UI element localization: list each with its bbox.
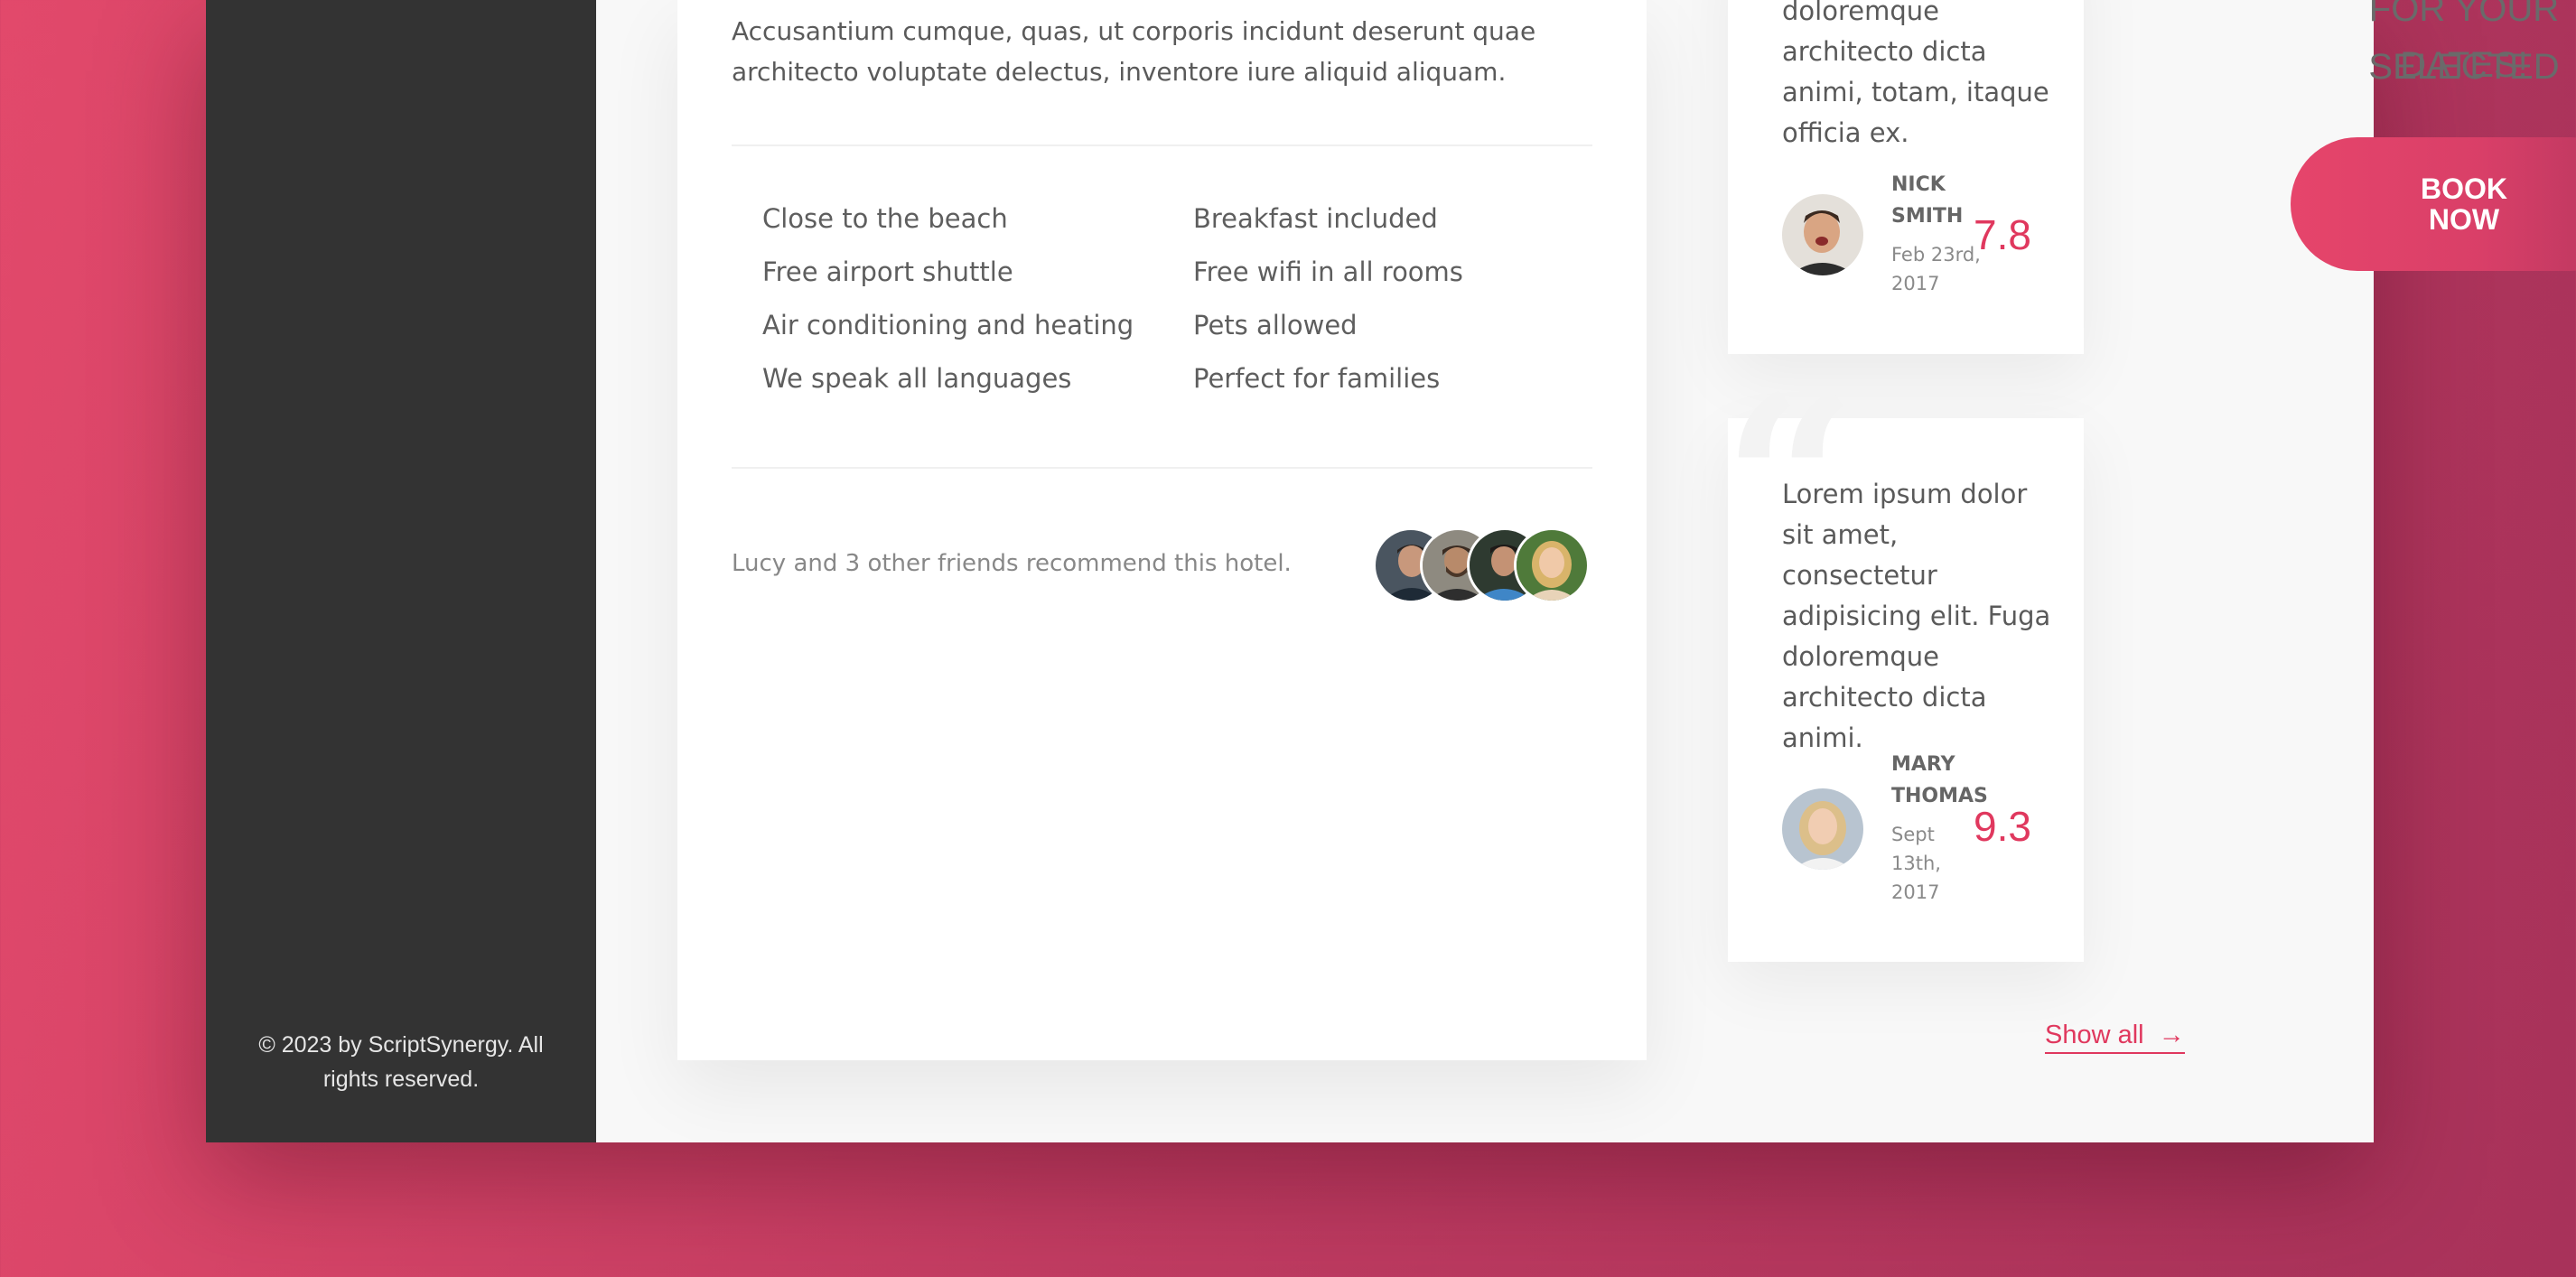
book-now-button[interactable]: BOOK NOW (2291, 137, 2576, 271)
reviewer-name: Mary Thomas (1891, 753, 1988, 807)
amenity-item: Pets allowed (1193, 310, 1358, 340)
review-card: doloremque architecto dicta animi, totam… (1728, 0, 2084, 354)
amenity-item: Perfect for families (1193, 363, 1441, 394)
amenity-item: Close to the beach (762, 203, 1008, 234)
reviewer-name: Nick Smith (1891, 173, 1964, 228)
review-date: Feb 23rd, 2017 (1891, 244, 1981, 294)
amenity-item: We speak all languages (762, 363, 1072, 394)
booking-heading-line2: DATES! (2400, 45, 2528, 85)
hotel-description: Accusantium cumque, quas, ut corporis in… (732, 16, 1536, 87)
reviewer-avatar (1782, 194, 1863, 275)
review-text: doloremque architecto dicta animi, totam… (1782, 0, 2049, 148)
show-all-label: Show all (2045, 1021, 2144, 1049)
friend-avatars (1373, 527, 1590, 603)
arrow-right-icon: → (2158, 1021, 2185, 1049)
copyright-text: © 2023 by ScriptSynergy. All rights rese… (258, 1032, 544, 1092)
review-card: “ Lorem ipsum dolor sit amet, consectetu… (1722, 366, 2084, 962)
friend-avatar-lucy[interactable] (1514, 527, 1590, 603)
app-window: © 2023 by ScriptSynergy. All rights rese… (206, 0, 2576, 1142)
review-text: Lorem ipsum dolor sit amet, consectetur … (1782, 479, 2051, 753)
show-all-link[interactable]: Show all → (2045, 1021, 2185, 1054)
amenity-item: Free wifi in all rooms (1193, 256, 1463, 287)
review-score: 7.8 (1974, 211, 2031, 258)
reviewer-avatar (1782, 788, 1863, 870)
review-score: 9.3 (1974, 803, 2031, 850)
divider (732, 467, 1592, 469)
divider (732, 144, 1592, 146)
amenity-item: Free airport shuttle (762, 256, 1013, 287)
hotel-details-card: Accusantium cumque, quas, ut corporis in… (677, 0, 1647, 1060)
sidebar: © 2023 by ScriptSynergy. All rights rese… (206, 0, 596, 1142)
amenity-item: Breakfast included (1193, 203, 1438, 234)
amenity-item: Air conditioning and heating (762, 310, 1134, 340)
review-date: Sept 13th, 2017 (1891, 824, 1941, 903)
book-now-label: BOOK NOW (2421, 172, 2507, 236)
recommend-text: Lucy and 3 other friends recommend this … (732, 550, 1292, 577)
